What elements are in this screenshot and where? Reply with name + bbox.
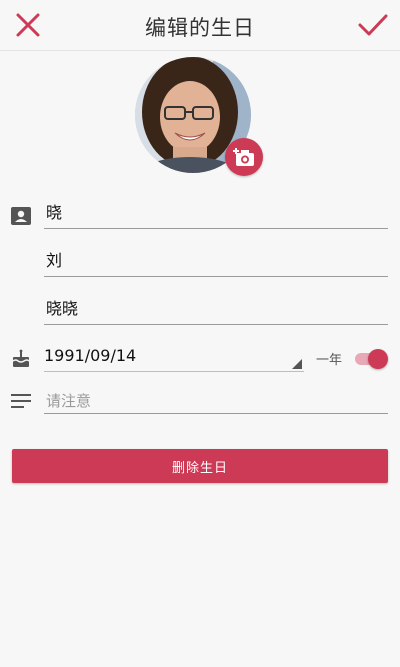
page-title: 编辑的生日 <box>145 16 255 40</box>
save-button[interactable] <box>356 9 390 41</box>
last-name-field[interactable]: 刘 <box>44 248 388 277</box>
contact-card-icon <box>10 205 32 227</box>
change-photo-button[interactable] <box>225 138 263 176</box>
avatar-section <box>135 57 265 176</box>
year-toggle[interactable] <box>355 349 389 369</box>
year-toggle-label: 一年 <box>316 353 343 368</box>
delete-button-label: 删除生日 <box>171 460 228 476</box>
first-name-field[interactable]: 晓 <box>44 200 388 229</box>
checkmark-icon <box>358 14 388 36</box>
nickname-value: 晓晓 <box>46 299 79 318</box>
app-bar: 编辑的生日 <box>0 0 400 51</box>
birthday-picker[interactable]: 1991/09/14 <box>44 344 304 372</box>
first-name-value: 晓 <box>46 203 63 222</box>
delete-birthday-button[interactable]: 删除生日 <box>12 449 388 483</box>
toggle-thumb <box>368 349 388 369</box>
note-placeholder: 请注意 <box>46 392 92 410</box>
birthday-value: 1991/09/14 <box>44 346 137 365</box>
add-photo-camera-icon <box>233 148 254 166</box>
last-name-value: 刘 <box>46 251 63 270</box>
cake-icon <box>10 348 32 370</box>
dropdown-corner-icon <box>292 359 302 369</box>
note-input[interactable]: 请注意 <box>44 390 388 414</box>
nickname-field[interactable]: 晓晓 <box>44 296 388 325</box>
notes-icon <box>10 390 32 412</box>
